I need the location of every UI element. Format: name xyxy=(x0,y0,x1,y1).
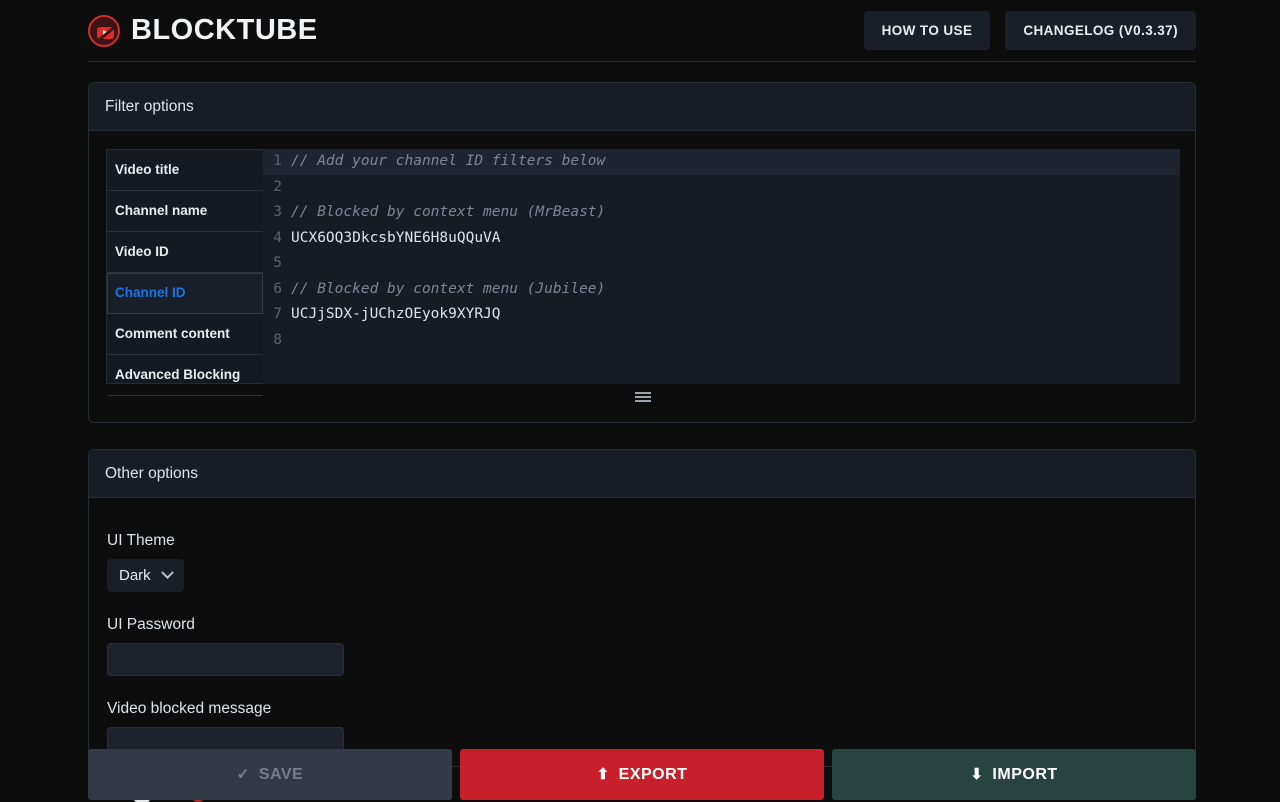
action-bar: ✓ SAVE ⬆ EXPORT ⬇ IMPORT xyxy=(88,749,1196,800)
header-actions: HOW TO USE CHANGELOG (V0.3.37) xyxy=(863,11,1196,50)
export-button[interactable]: ⬆ EXPORT xyxy=(460,749,824,800)
code-text: // Add your channel ID filters below xyxy=(291,153,606,169)
code-line[interactable]: 5 xyxy=(263,251,1180,277)
import-button[interactable]: ⬇ IMPORT xyxy=(832,749,1196,800)
check-icon: ✓ xyxy=(236,766,250,783)
sidebar-item-comment-content[interactable]: Comment content xyxy=(107,314,263,355)
changelog-button[interactable]: CHANGELOG (V0.3.37) xyxy=(1005,11,1196,50)
save-button[interactable]: ✓ SAVE xyxy=(88,749,452,800)
channel-id-code-editor[interactable]: 1 // Add your channel ID filters below 2 3 /… xyxy=(263,149,1180,384)
code-line[interactable]: 6 // Blocked by context menu (Jubilee) xyxy=(263,277,1180,303)
code-text: UCX6OQ3DkcsbYNE6H8uQQuVA xyxy=(291,229,501,246)
other-options-panel: Other options UI Theme Dark UI Password … xyxy=(88,449,1196,767)
line-number: 1 xyxy=(273,153,282,169)
sidebar-item-video-id[interactable]: Video ID xyxy=(107,232,263,273)
line-number: 2 xyxy=(273,178,282,195)
line-number: 5 xyxy=(273,255,282,271)
line-number: 7 xyxy=(273,306,282,322)
chevron-down-icon xyxy=(160,566,174,580)
ui-password-label: UI Password xyxy=(107,616,195,633)
code-line[interactable]: 4 UCX6OQ3DkcsbYNE6H8uQQuVA xyxy=(263,226,1180,252)
arrow-up-icon: ⬆ xyxy=(596,766,610,783)
sidebar-item-video-title[interactable]: Video title xyxy=(107,150,263,191)
other-options-title: Other options xyxy=(89,450,1195,498)
code-text: // Blocked by context menu (MrBeast) xyxy=(291,204,606,220)
other-options-body: UI Theme Dark UI Password Video blocked … xyxy=(89,498,1195,760)
arrow-down-icon: ⬇ xyxy=(970,766,984,783)
blocktube-logo-icon xyxy=(88,14,120,47)
editor-resize-handle[interactable] xyxy=(106,385,1180,409)
code-line[interactable]: 7 UCJjSDX-jUChzOEyok9XYRJQ xyxy=(263,302,1180,328)
import-button-label: IMPORT xyxy=(992,765,1058,783)
app-header: BLOCKTUBE HOW TO USE CHANGELOG (V0.3.37) xyxy=(0,0,1280,62)
filter-tab-list: Video title Channel name Video ID Channe… xyxy=(106,149,263,396)
ui-theme-label: UI Theme xyxy=(107,532,175,549)
code-line[interactable]: 2 xyxy=(263,175,1180,201)
line-number: 8 xyxy=(273,331,282,348)
filter-editor-row: Video title Channel name Video ID Channe… xyxy=(106,149,1180,396)
ui-password-input[interactable] xyxy=(107,643,344,676)
resize-grip-icon xyxy=(635,396,651,398)
line-number: 6 xyxy=(273,280,282,297)
filter-options-title: Filter options xyxy=(89,83,1195,131)
code-line[interactable]: 8 xyxy=(263,328,1180,354)
brand: BLOCKTUBE xyxy=(88,14,318,47)
code-text: UCJjSDX-jUChzOEyok9XYRJQ xyxy=(291,306,501,322)
header-inner: BLOCKTUBE HOW TO USE CHANGELOG (V0.3.37) xyxy=(88,0,1196,62)
save-button-label: SAVE xyxy=(258,765,304,783)
code-line[interactable]: 1 // Add your channel ID filters below xyxy=(263,149,1180,175)
filter-options-panel: Filter options Video title Channel name … xyxy=(88,82,1196,423)
line-number: 3 xyxy=(273,204,282,220)
export-button-label: EXPORT xyxy=(618,765,688,783)
how-to-use-button[interactable]: HOW TO USE xyxy=(863,11,991,50)
ui-theme-value: Dark xyxy=(119,567,151,584)
code-line[interactable]: 3 // Blocked by context menu (MrBeast) xyxy=(263,200,1180,226)
ui-theme-select[interactable]: Dark xyxy=(107,559,184,592)
code-text: // Blocked by context menu (Jubilee) xyxy=(291,280,606,297)
app-title: BLOCKTUBE xyxy=(131,14,318,46)
sidebar-item-channel-name[interactable]: Channel name xyxy=(107,191,263,232)
sidebar-item-channel-id[interactable]: Channel ID xyxy=(107,272,263,314)
line-number: 4 xyxy=(273,229,282,246)
video-blocked-message-label: Video blocked message xyxy=(107,700,272,717)
